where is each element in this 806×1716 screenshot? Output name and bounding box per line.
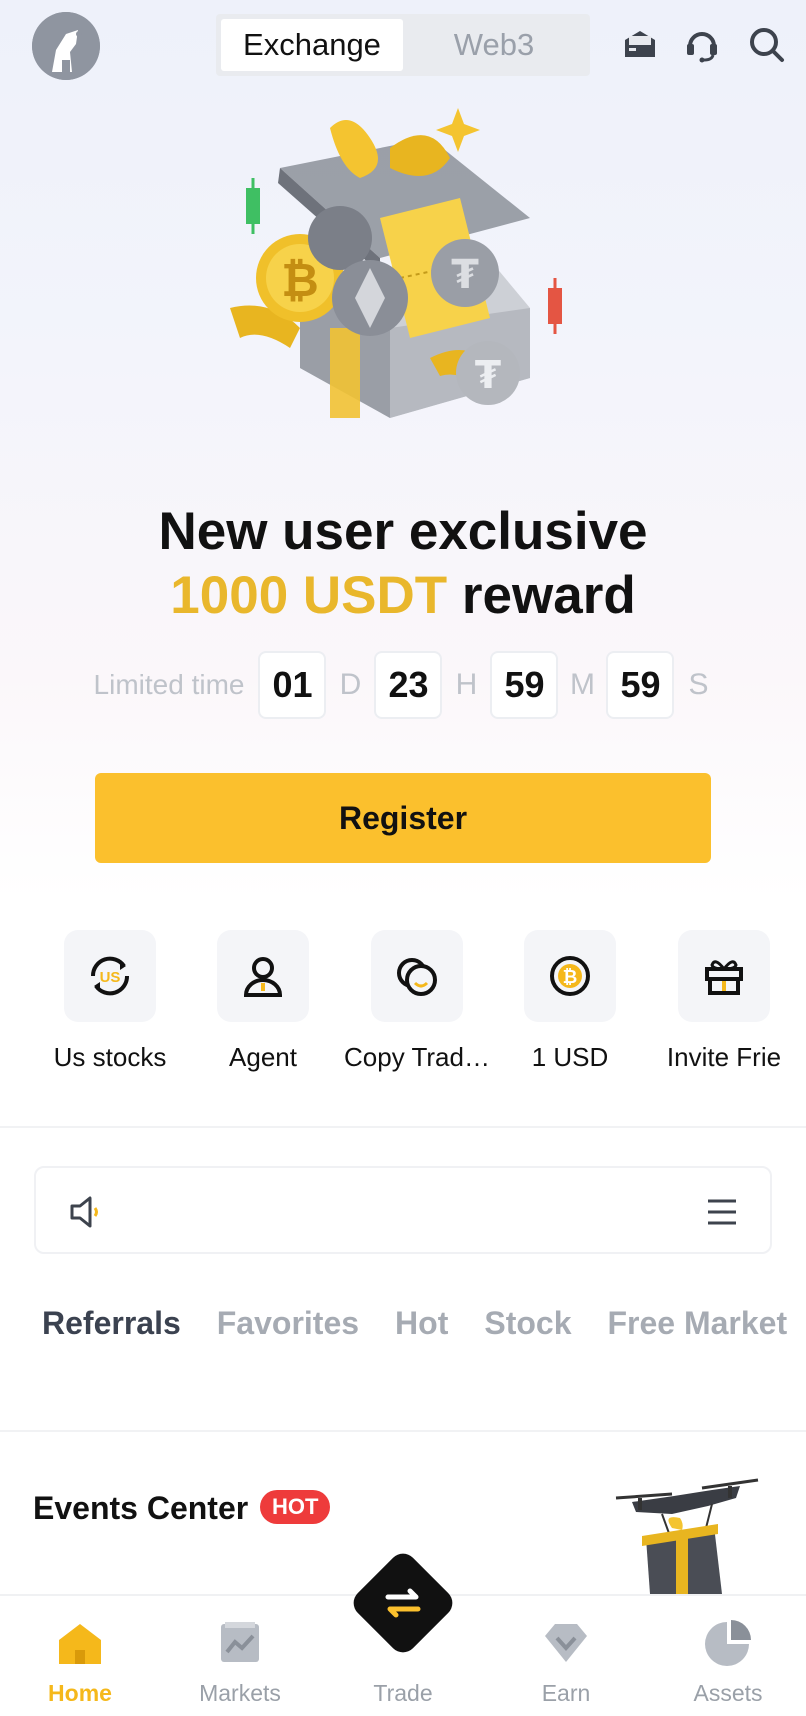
shortcut-label: Agent (229, 1042, 297, 1072)
exchange-web3-switch: Exchange Web3 (216, 14, 590, 76)
nav-earn[interactable]: Earn (486, 1596, 646, 1716)
promo-headline: New user exclusive 1000 USDT reward (0, 500, 806, 628)
mail-icon[interactable] (620, 24, 660, 64)
bitcoin-icon: ₿ (524, 930, 616, 1022)
tab-exchange[interactable]: Exchange (221, 19, 403, 71)
copy-trade-icon (371, 930, 463, 1022)
section-divider (0, 1126, 806, 1128)
swap-arrows-icon (385, 1588, 421, 1618)
reward-suffix: reward (461, 566, 636, 625)
hot-badge: HOT (260, 1490, 331, 1524)
shortcut-label: Us stocks (53, 1042, 167, 1072)
countdown-hours: 23 (374, 651, 443, 719)
shortcut-label: Invite Frie (666, 1042, 782, 1072)
countdown-label: Limited time (93, 669, 245, 700)
svg-text:₿: ₿ (281, 253, 319, 307)
shortcut-copy-trade[interactable]: Copy Trad… (337, 930, 497, 1080)
shortcut-us-stocks[interactable]: US Us stocks (30, 930, 190, 1080)
countdown-hours-unit: H (455, 668, 478, 701)
svg-text:₿: ₿ (563, 967, 578, 988)
drone-delivery-illustration (615, 1478, 759, 1594)
register-button[interactable]: Register (95, 773, 711, 863)
nav-assets[interactable]: Assets (648, 1596, 806, 1716)
search-icon[interactable] (746, 24, 786, 64)
countdown-timer: Limited time 01 D 23 H 59 M 59 S (0, 650, 806, 720)
us-stocks-icon: US (64, 930, 156, 1022)
svg-text:₮: ₮ (451, 252, 479, 298)
markets-icon (221, 1622, 259, 1662)
tab-referrals[interactable]: Referrals (42, 1305, 181, 1355)
countdown-minutes: 59 (490, 651, 559, 719)
countdown-minutes-unit: M (569, 668, 595, 701)
home-icon (59, 1624, 101, 1664)
shortcut-row: US Us stocks Agent Copy Trad… ₿ 1 USD In… (0, 930, 806, 1080)
shortcut-label: 1 USD (531, 1042, 609, 1072)
shortcut-label: Copy Trad… (344, 1042, 490, 1072)
earn-icon (545, 1624, 587, 1662)
nav-label: Home (48, 1680, 112, 1706)
events-center-title[interactable]: Events Center (33, 1490, 248, 1527)
support-icon[interactable] (682, 24, 722, 64)
countdown-days: 01 (258, 651, 327, 719)
announcement-bar[interactable] (34, 1166, 772, 1254)
reward-amount: 1000 USDT (170, 566, 448, 625)
countdown-seconds: 59 (606, 651, 675, 719)
shortcut-1-usd[interactable]: ₿ 1 USD (490, 930, 650, 1080)
countdown-days-unit: D (339, 668, 362, 701)
nav-home[interactable]: Home (0, 1596, 160, 1716)
assets-icon (705, 1620, 751, 1666)
svg-text:US: US (100, 969, 121, 986)
menu-icon[interactable] (704, 1194, 740, 1230)
avatar-icon (32, 12, 100, 80)
shortcut-agent[interactable]: Agent (183, 930, 343, 1080)
headline-line1: New user exclusive (158, 502, 648, 561)
countdown-seconds-unit: S (688, 668, 709, 701)
svg-text:₮: ₮ (475, 353, 501, 397)
gift-box-illustration: ₿ ₮ ₮ (230, 108, 562, 418)
nav-label: Trade (373, 1680, 433, 1706)
nav-label: Earn (541, 1680, 591, 1706)
nav-markets[interactable]: Markets (160, 1596, 320, 1716)
shortcut-invite-friends[interactable]: Invite Frie (644, 930, 804, 1080)
nav-label: Markets (199, 1680, 281, 1706)
tab-favorites[interactable]: Favorites (217, 1305, 359, 1355)
agent-icon (217, 930, 309, 1022)
section-divider (0, 1430, 806, 1432)
tab-web3[interactable]: Web3 (403, 19, 585, 71)
tab-free-market[interactable]: Free Market (607, 1305, 787, 1355)
nav-label: Assets (693, 1680, 763, 1706)
tab-hot[interactable]: Hot (395, 1305, 448, 1355)
tab-stock[interactable]: Stock (484, 1305, 571, 1355)
top-bar: Exchange Web3 (0, 0, 806, 92)
speaker-icon (70, 1196, 98, 1228)
headline-line2: 1000 USDT reward (0, 564, 806, 628)
avatar[interactable] (32, 12, 100, 80)
gift-icon (678, 930, 770, 1022)
market-tabs: Referrals Favorites Hot Stock Free Marke… (42, 1305, 787, 1355)
